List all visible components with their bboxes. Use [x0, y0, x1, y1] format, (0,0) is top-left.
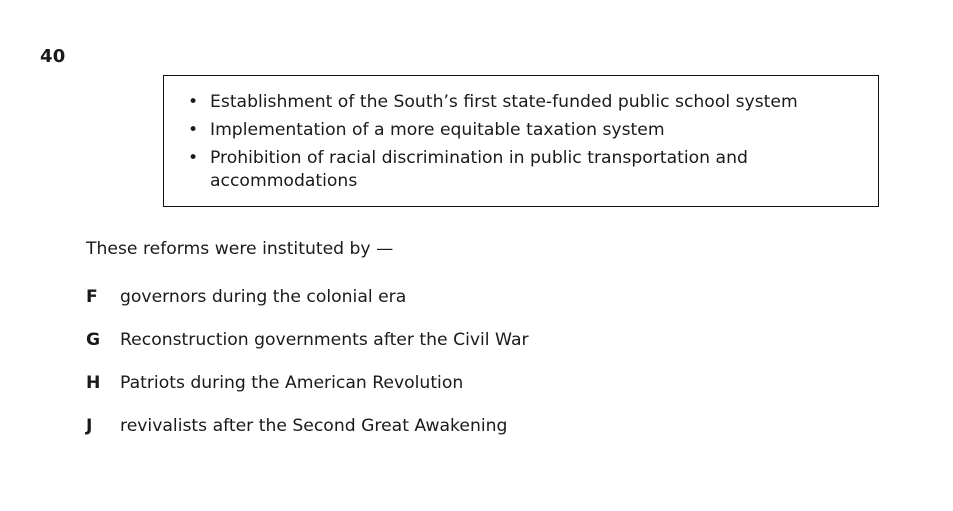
option-text: Reconstruction governments after the Civ… — [120, 330, 529, 350]
stimulus-bullet-text: Implementation of a more equitable taxat… — [210, 120, 665, 140]
stimulus-bullet-text: Establishment of the South’s first state… — [210, 92, 798, 112]
option-letter: H — [86, 373, 101, 393]
bullet-icon: • — [188, 148, 199, 168]
stimulus-box: • Establishment of the South’s first sta… — [163, 75, 879, 207]
bullet-icon: • — [188, 120, 199, 140]
option-letter: F — [86, 287, 98, 307]
question-number: 40 — [40, 46, 66, 67]
option-letter: G — [86, 330, 101, 350]
option-text: governors during the colonial era — [120, 287, 407, 307]
stimulus-bullet-item: • Prohibition of racial discrimination i… — [188, 147, 868, 193]
stimulus-bullet-list: • Establishment of the South’s first sta… — [188, 91, 868, 198]
option-text: revivalists after the Second Great Awake… — [120, 416, 508, 436]
stimulus-bullet-text: Prohibition of racial discrimination in … — [210, 148, 748, 191]
stimulus-bullet-item: • Implementation of a more equitable tax… — [188, 119, 868, 142]
question-stem: These reforms were instituted by — — [86, 239, 394, 259]
option-letter: J — [86, 416, 93, 436]
option-text: Patriots during the American Revolution — [120, 373, 464, 393]
bullet-icon: • — [188, 92, 199, 112]
stimulus-bullet-item: • Establishment of the South’s first sta… — [188, 91, 868, 114]
